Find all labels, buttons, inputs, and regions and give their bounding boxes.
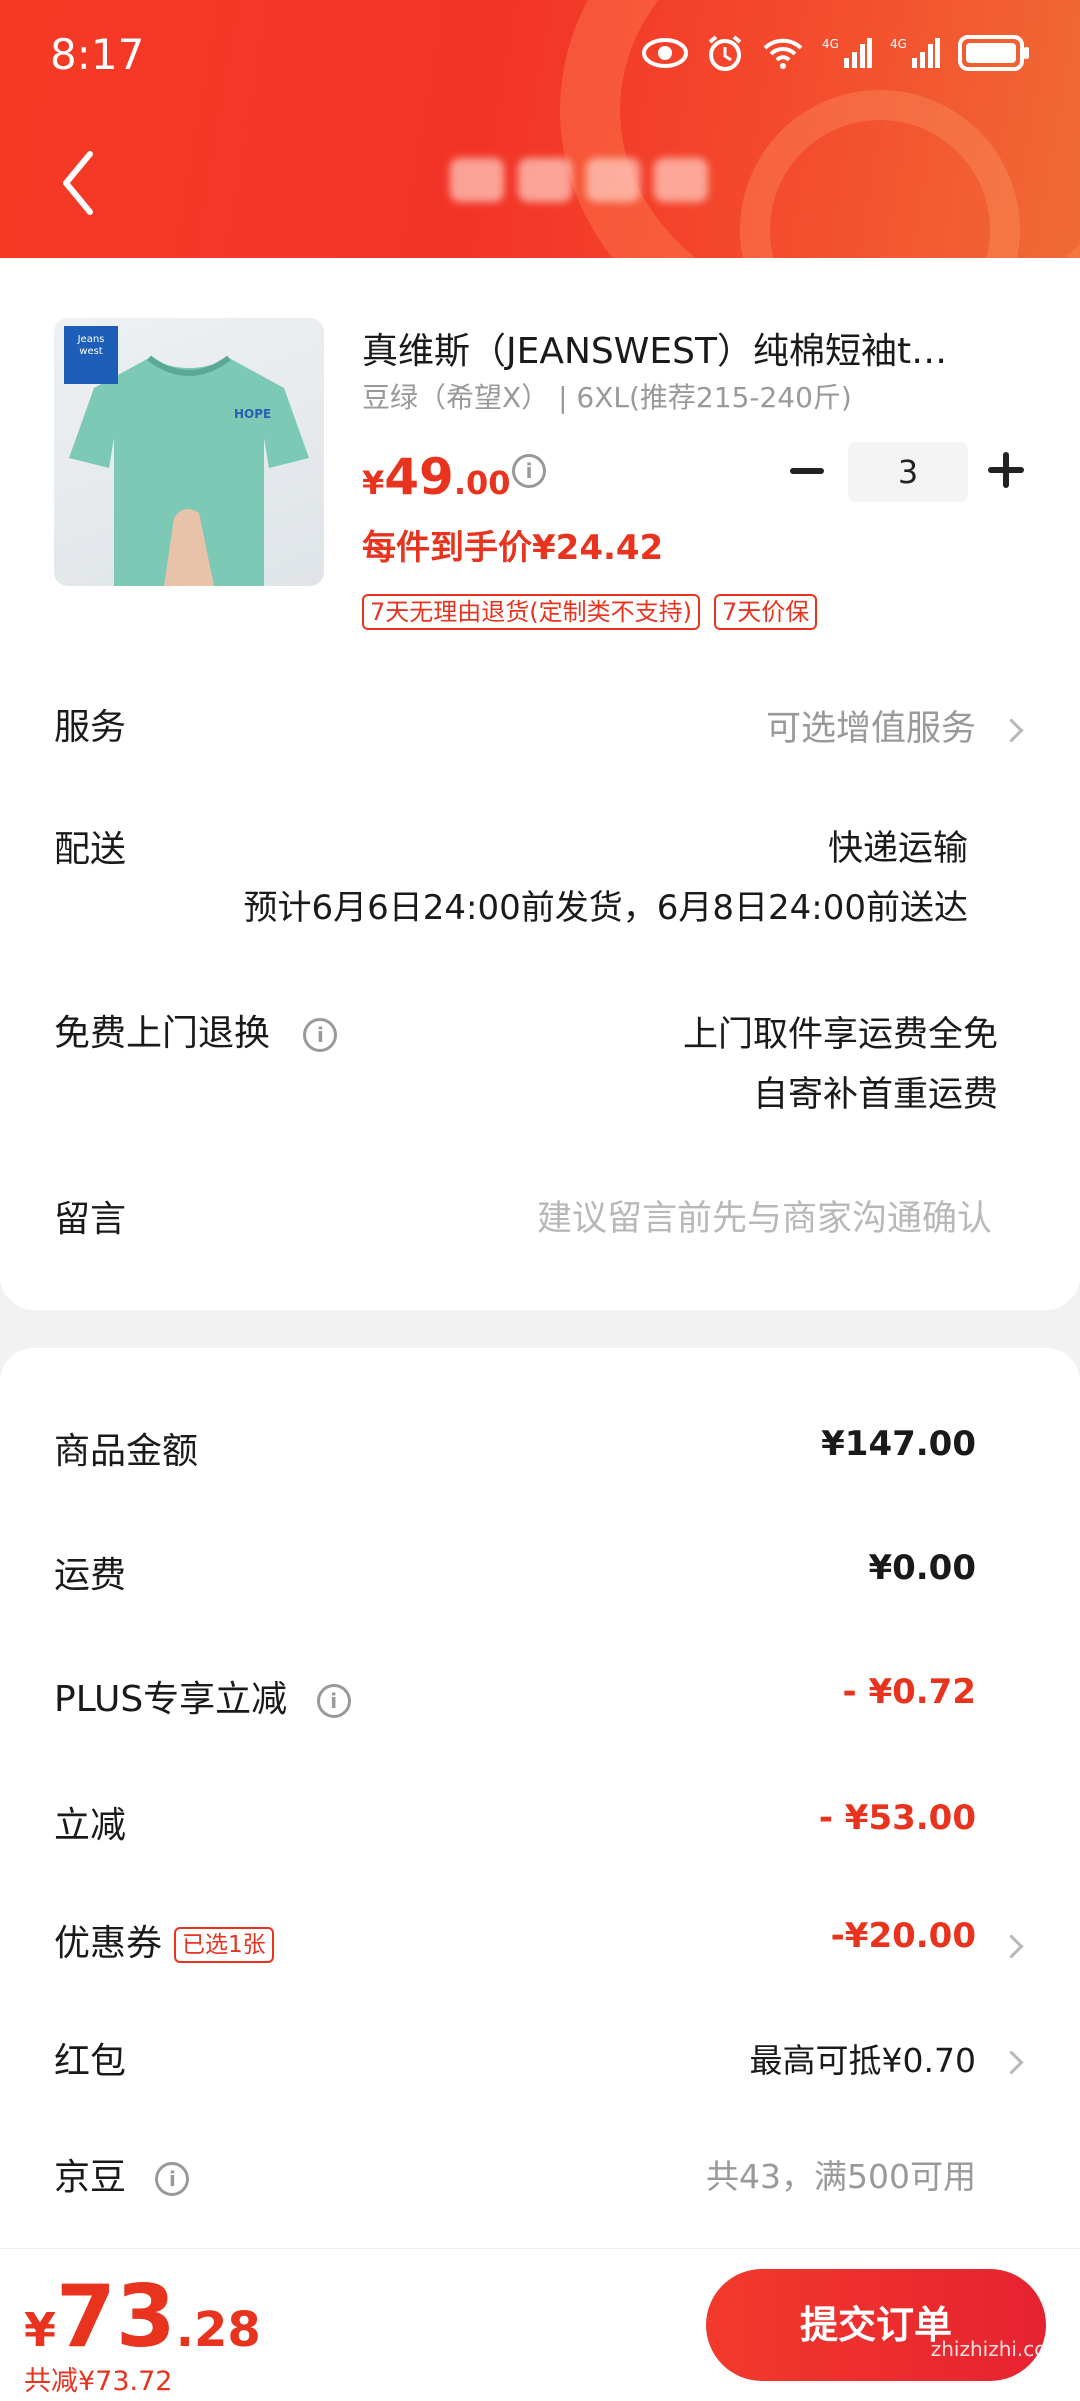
chevron-right-icon[interactable] — [999, 1934, 1024, 1959]
chevron-right-icon[interactable] — [999, 718, 1024, 743]
order-item-card: Jeans west HOPE 真维斯（JEANSWEST）纯棉短袖t… 豆绿（希… — [0, 258, 1080, 1310]
jingdou-label-text: 京豆 — [54, 2157, 127, 2198]
signal-4g-icon-2: 4G — [890, 37, 940, 68]
coupon-label[interactable]: 优惠券 已选1张 — [54, 1914, 274, 1966]
goods-amount-value: ¥147.00 — [821, 1424, 976, 1464]
delivery-estimate: 预计6月6日24:00前发货，6月8日24:00前送达 — [243, 888, 969, 928]
price-currency: ¥ — [362, 464, 385, 502]
free-return-info-icon[interactable]: i — [303, 1018, 338, 1052]
jingdou-value: 共43，满500可用 — [706, 2157, 976, 2196]
free-return-line2: 自寄补首重运费 — [752, 1075, 998, 1115]
product-title[interactable]: 真维斯（JEANSWEST）纯棉短袖t… — [362, 322, 947, 374]
plus-info-icon[interactable]: i — [316, 1684, 351, 1718]
svg-text:4G: 4G — [890, 37, 907, 51]
shipping-label: 运费 — [54, 1555, 127, 1596]
jingdou-info-icon[interactable]: i — [155, 2162, 190, 2196]
submit-order-button[interactable]: 提交订单 — [706, 2269, 1046, 2381]
total-integer: 73 — [56, 2267, 176, 2367]
delivery-method[interactable]: 快递运输 — [828, 820, 968, 871]
product-spec[interactable]: 豆绿（希望X） | 6XL(推荐215-240斤) — [362, 376, 852, 416]
checkout-bar: ¥73.28 共减¥73.72 提交订单 zhizhizhi.com — [0, 2248, 1080, 2401]
message-label: 留言 — [54, 1199, 127, 1240]
signal-4g-icon: 4G — [822, 37, 872, 68]
free-return-line1: 上门取件享运费全免 — [682, 1015, 998, 1055]
status-bar: 8:17 4G 4G — [0, 0, 1080, 118]
back-arrow-icon[interactable] — [58, 148, 98, 218]
product-image[interactable]: Jeans west HOPE — [54, 318, 324, 586]
price-integer: 49 — [384, 448, 454, 506]
header: 8:17 4G 4G — [0, 0, 1080, 258]
quantity-input[interactable]: 3 — [848, 442, 968, 502]
total-saved[interactable]: 共减¥73.72 — [24, 2359, 172, 2398]
battery-icon — [958, 35, 1029, 71]
plus-discount-label-text: PLUS专享立减 — [54, 1679, 288, 1720]
total-currency: ¥ — [24, 2303, 57, 2357]
quantity-increase-button[interactable] — [988, 452, 1024, 488]
coupon-label-text: 优惠券 — [54, 1923, 163, 1964]
total-price: ¥73.28 — [24, 2267, 261, 2367]
tag-price-protect: 7天价保 — [714, 594, 818, 630]
instant-discount-value: - ¥53.00 — [818, 1798, 976, 1838]
instant-discount-label: 立减 — [54, 1805, 127, 1846]
status-icons: 4G 4G — [642, 34, 1030, 72]
plus-discount-label: PLUS专享立减 i — [54, 1670, 351, 1722]
watermark: zhizhizhi.com — [930, 2337, 1066, 2361]
brand-logo: Jeans west — [64, 326, 118, 384]
service-value[interactable]: 可选增值服务 — [766, 700, 976, 751]
page-title-blurred — [450, 158, 708, 202]
coupon-value[interactable]: -¥20.00 — [831, 1916, 976, 1956]
price-info-icon[interactable]: i — [512, 454, 546, 488]
quantity-decrease-button[interactable] — [790, 468, 824, 474]
price-decimal: .00 — [453, 464, 511, 502]
total-decimal: .28 — [175, 2302, 261, 2358]
shipping-value: ¥0.00 — [868, 1548, 976, 1588]
price-summary-card: 商品金额 ¥147.00 运费 ¥0.00 PLUS专享立减 i - ¥0.72… — [0, 1348, 1080, 2248]
free-return-label: 免费上门退换 i — [54, 1004, 338, 1056]
service-label: 服务 — [54, 707, 127, 748]
delivery-label: 配送 — [54, 829, 127, 870]
product-price: ¥49.00 — [362, 448, 511, 506]
svg-text:HOPE: HOPE — [234, 407, 271, 421]
plus-discount-value: - ¥0.72 — [842, 1672, 977, 1712]
service-tags: 7天无理由退货(定制类不支持) 7天价保 — [362, 594, 818, 630]
tag-return-7days: 7天无理由退货(定制类不支持) — [362, 594, 700, 630]
free-return-label-text: 免费上门退换 — [54, 1013, 271, 1054]
message-input[interactable]: 建议留言前先与商家沟通确认 — [537, 1190, 992, 1241]
goods-amount-label: 商品金额 — [54, 1431, 199, 1472]
eye-icon — [642, 38, 688, 68]
wifi-icon — [763, 38, 803, 69]
unit-price: 每件到手价¥24.42 — [362, 528, 664, 568]
alarm-icon — [708, 35, 742, 71]
status-time: 8:17 — [50, 30, 145, 79]
redpacket-value[interactable]: 最高可抵¥0.70 — [750, 2034, 976, 2082]
redpacket-label: 红包 — [54, 2041, 127, 2082]
coupon-selected-badge: 已选1张 — [174, 1927, 274, 1963]
svg-text:4G: 4G — [822, 37, 839, 51]
chevron-right-icon[interactable] — [999, 2050, 1024, 2075]
jingdou-label: 京豆 i — [54, 2148, 190, 2200]
